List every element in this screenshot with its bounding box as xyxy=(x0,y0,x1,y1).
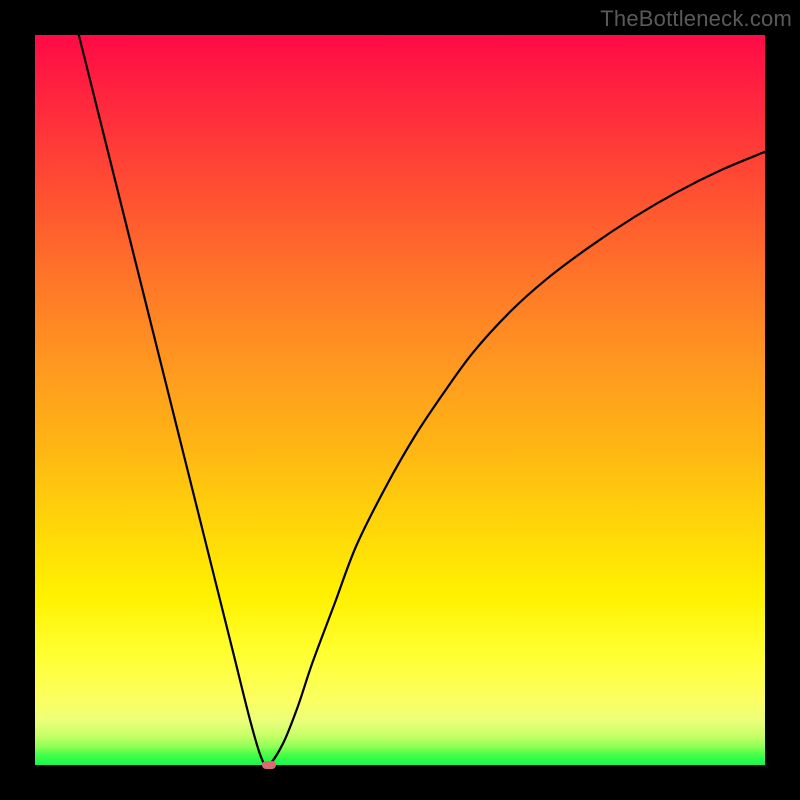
watermark-text: TheBottleneck.com xyxy=(600,6,792,32)
chart-frame: TheBottleneck.com xyxy=(0,0,800,800)
bottleneck-curve xyxy=(35,35,765,765)
minimum-marker xyxy=(262,761,276,769)
plot-area xyxy=(35,35,765,765)
